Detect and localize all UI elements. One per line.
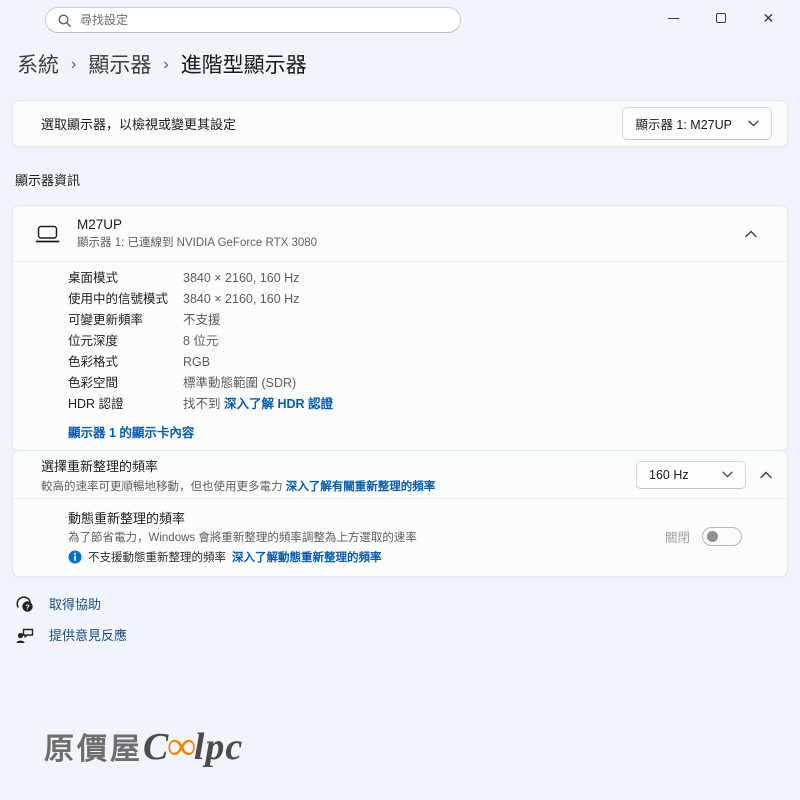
feedback-icon: [15, 625, 35, 645]
row-value: 不支援: [168, 312, 221, 329]
footer-link-label: 取得協助: [49, 594, 101, 613]
maximize-button[interactable]: [706, 5, 736, 31]
dynamic-refresh-title: 動態重新整理的頻率: [68, 508, 417, 527]
dynamic-refresh-toggle[interactable]: [702, 527, 742, 546]
info-row-color-space: 色彩空間 標準動態範圍 (SDR): [68, 375, 787, 394]
hdr-cert-link[interactable]: 深入了解 HDR 認證: [224, 397, 333, 411]
breadcrumb: 系統 › 顯示器 › 進階型顯示器: [17, 49, 307, 79]
settings-search-box[interactable]: [45, 7, 461, 33]
close-icon: ✕: [762, 11, 774, 25]
display-info-rows: 桌面模式 3840 × 2160, 160 Hz 使用中的信號模式 3840 ×…: [13, 262, 787, 415]
refresh-rate-title: 選擇重新整理的頻率: [41, 456, 435, 475]
row-label: 位元深度: [68, 333, 168, 350]
info-icon: [68, 550, 82, 564]
row-value: RGB: [168, 354, 210, 371]
breadcrumb-display[interactable]: 顯示器: [88, 49, 151, 79]
chevron-down-icon: [748, 120, 759, 127]
info-row-bit-depth: 位元深度 8 位元: [68, 333, 787, 352]
toggle-state-label: 關閉: [665, 527, 690, 546]
toggle-knob-icon: [707, 531, 718, 542]
feedback-link[interactable]: 提供意見反應: [15, 619, 127, 650]
row-value: 8 位元: [168, 333, 218, 350]
row-value: 標準動態範圍 (SDR): [168, 375, 296, 392]
close-button[interactable]: ✕: [753, 5, 783, 31]
window-controls: ✕: [650, 0, 800, 36]
monitor-icon: [35, 224, 60, 244]
row-value: 3840 × 2160, 160 Hz: [168, 291, 299, 308]
watermark-c: C: [143, 725, 169, 769]
chevron-up-icon[interactable]: [745, 230, 757, 238]
row-label: 色彩空間: [68, 375, 168, 392]
search-input[interactable]: [80, 13, 448, 27]
watermark-lpc: lpc: [194, 725, 243, 769]
svg-text:?: ?: [25, 602, 30, 611]
display-select-dropdown[interactable]: 顯示器 1: M27UP: [622, 107, 772, 140]
display-info-section-title: 顯示器資訊: [15, 170, 80, 189]
display-info-card: M27UP 顯示器 1: 已連線到 NVIDIA GeForce RTX 308…: [12, 205, 788, 452]
dynamic-refresh-learn-link[interactable]: 深入了解動態重新整理的頻率: [232, 549, 382, 565]
dynamic-refresh-notice: 不支援動態重新整理的頻率: [88, 549, 226, 565]
monitor-connection: 顯示器 1: 已連線到 NVIDIA GeForce RTX 3080: [77, 234, 745, 250]
help-icon: ?: [15, 594, 35, 614]
info-row-signal-mode: 使用中的信號模式 3840 × 2160, 160 Hz: [68, 291, 787, 310]
footer-link-label: 提供意見反應: [49, 625, 127, 644]
footer-links: ? 取得協助 提供意見反應: [15, 588, 127, 650]
display-info-header[interactable]: M27UP 顯示器 1: 已連線到 NVIDIA GeForce RTX 308…: [13, 206, 787, 261]
get-help-link[interactable]: ? 取得協助: [15, 588, 127, 619]
display-select-value: 顯示器 1: M27UP: [635, 114, 732, 133]
infinity-icon: ∞: [167, 722, 196, 769]
breadcrumb-separator-icon: ›: [71, 54, 76, 74]
breadcrumb-separator-icon: ›: [163, 54, 168, 74]
refresh-rate-dropdown[interactable]: 160 Hz: [636, 461, 746, 489]
page-title: 進階型顯示器: [181, 49, 307, 79]
select-display-card: 選取顯示器，以檢視或變更其設定 顯示器 1: M27UP: [12, 100, 788, 147]
info-row-vrr: 可變更新頻率 不支援: [68, 312, 787, 331]
search-icon: [58, 14, 71, 27]
watermark-cjk: 原價屋: [44, 724, 143, 768]
refresh-rate-subtitle: 較高的速率可更順暢地移動，但也使用更多電力 深入了解有關重新整理的頻率: [41, 478, 435, 494]
refresh-rate-learn-link[interactable]: 深入了解有關重新整理的頻率: [286, 481, 436, 493]
refresh-rate-card: 選擇重新整理的頻率 較高的速率可更順暢地移動，但也使用更多電力 深入了解有關重新…: [12, 450, 788, 577]
maximize-icon: [716, 13, 726, 23]
dynamic-refresh-subtitle: 為了節省電力，Windows 會將重新整理的頻率調整為上方選取的速率: [68, 529, 417, 545]
select-display-label: 選取顯示器，以檢視或變更其設定: [41, 114, 236, 133]
row-label: 色彩格式: [68, 354, 168, 371]
row-label: 桌面模式: [68, 270, 168, 287]
info-row-hdr-cert: HDR 認證 找不到 深入了解 HDR 認證: [68, 396, 787, 415]
minimize-icon: [668, 18, 679, 19]
display-adapter-link[interactable]: 顯示器 1 的顯示卡內容: [68, 422, 194, 441]
row-label: 使用中的信號模式: [68, 291, 168, 308]
refresh-rate-value: 160 Hz: [649, 468, 689, 482]
row-label: 可變更新頻率: [68, 312, 168, 329]
row-label: HDR 認證: [68, 396, 168, 413]
monitor-name: M27UP: [77, 217, 745, 232]
breadcrumb-system[interactable]: 系統: [17, 49, 59, 79]
row-value: 3840 × 2160, 160 Hz: [168, 270, 299, 287]
chevron-up-icon[interactable]: [760, 471, 772, 479]
minimize-button[interactable]: [659, 5, 689, 31]
coolpc-watermark-logo: 原價屋 C ∞ lpc: [44, 722, 243, 769]
info-row-desktop-mode: 桌面模式 3840 × 2160, 160 Hz: [68, 270, 787, 289]
chevron-down-icon: [722, 471, 733, 478]
row-value: 找不到 深入了解 HDR 認證: [168, 396, 333, 413]
info-row-color-format: 色彩格式 RGB: [68, 354, 787, 373]
